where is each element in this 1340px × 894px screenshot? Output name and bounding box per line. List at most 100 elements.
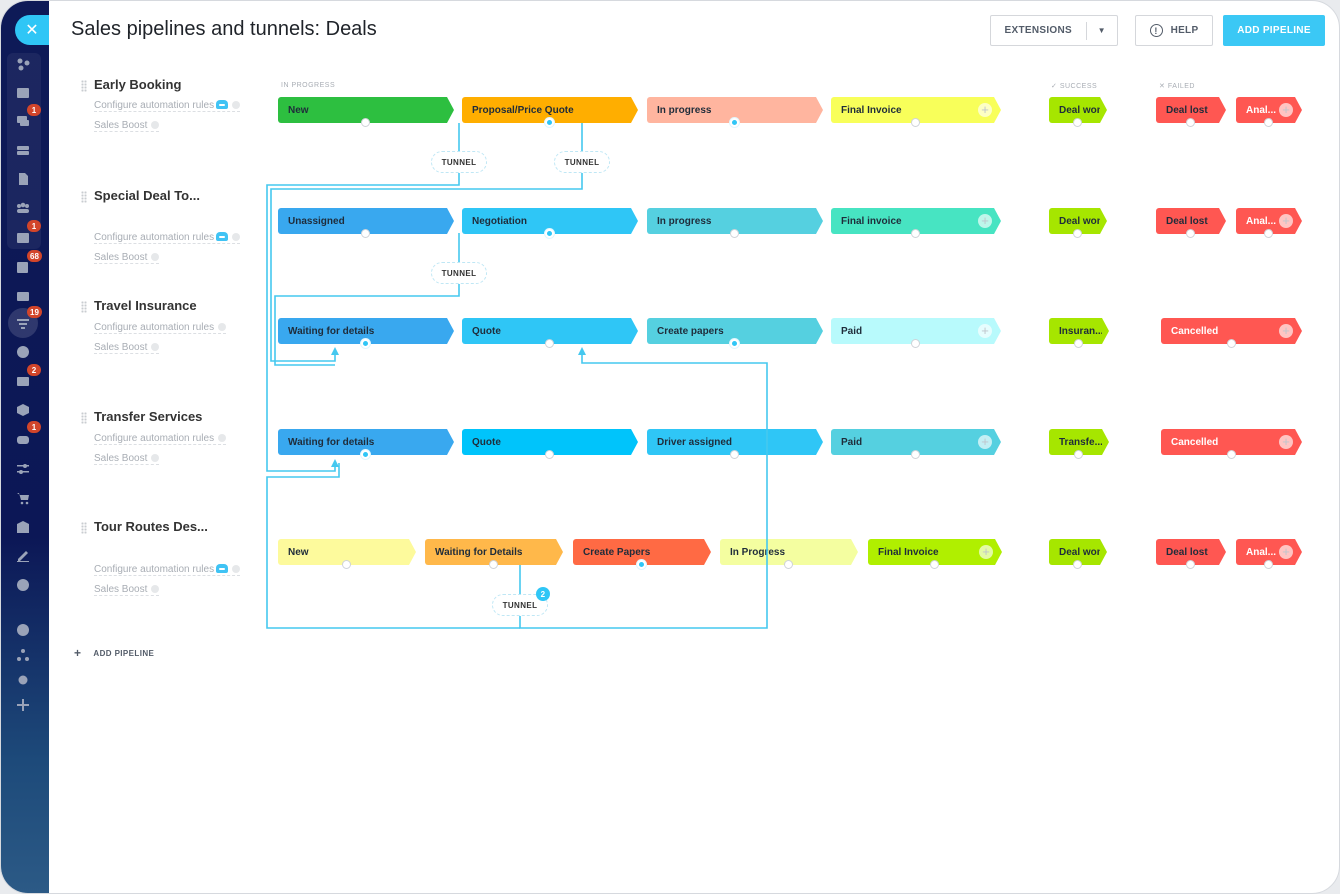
sales-boost-link[interactable]: Sales Boost — [94, 120, 160, 132]
stage-chip[interactable]: Cancelled + — [1161, 318, 1302, 348]
sidebar-item-structure[interactable] — [11, 645, 35, 665]
add-stage-icon[interactable]: + — [978, 103, 992, 117]
tunnel-badge[interactable]: TUNNEL — [431, 151, 487, 173]
stage-chip[interactable]: Create Papers — [573, 539, 711, 569]
drag-handle-icon[interactable] — [81, 80, 87, 92]
sidebar-item-window[interactable] — [11, 83, 35, 103]
connection-point[interactable] — [1264, 560, 1273, 569]
help-hint-icon[interactable] — [151, 121, 160, 129]
connection-point[interactable] — [361, 118, 370, 127]
connection-point[interactable] — [1073, 118, 1082, 127]
connection-point[interactable] — [545, 450, 554, 459]
connection-point[interactable] — [784, 560, 793, 569]
stage-chip[interactable]: Anal... + — [1236, 208, 1302, 238]
add-stage-icon[interactable]: + — [1279, 103, 1293, 117]
stage-chip[interactable]: Insuran... — [1049, 318, 1109, 348]
connection-point[interactable] — [545, 118, 554, 127]
help-hint-icon[interactable] — [218, 323, 227, 331]
drag-handle-icon[interactable] — [81, 412, 87, 424]
sidebar-item-help[interactable] — [11, 620, 35, 640]
connection-point[interactable] — [1073, 560, 1082, 569]
pipeline-name[interactable]: Early Booking — [94, 77, 181, 92]
sales-boost-link[interactable]: Sales Boost — [94, 252, 160, 264]
connection-point[interactable] — [361, 339, 370, 348]
stage-chip[interactable]: New — [278, 539, 416, 569]
sidebar-item-bank[interactable] — [11, 517, 35, 537]
sidebar-item-plus[interactable] — [11, 695, 35, 715]
stage-chip[interactable]: Paid + — [831, 318, 1001, 348]
sidebar-item-chat[interactable]: 1 — [11, 104, 41, 131]
stage-chip[interactable]: Deal won — [1049, 208, 1107, 238]
pipeline-name[interactable]: Transfer Services — [94, 409, 202, 424]
sidebar-item-group[interactable] — [11, 198, 35, 218]
stage-chip[interactable]: Waiting for Details — [425, 539, 563, 569]
connection-point[interactable] — [1226, 450, 1236, 459]
add-pipeline-button[interactable]: ADD PIPELINE — [1223, 15, 1325, 46]
stage-chip[interactable]: Waiting for details — [278, 429, 454, 459]
close-button[interactable]: ✕ — [15, 15, 49, 45]
connection-point[interactable] — [730, 118, 739, 127]
add-pipeline-link[interactable]: + ADD PIPELINE — [74, 646, 154, 660]
stage-chip[interactable]: Proposal/Price Quote — [462, 97, 638, 127]
pipeline-name[interactable]: Travel Insurance — [94, 298, 197, 313]
sidebar-item-cart[interactable] — [11, 488, 35, 508]
stage-chip[interactable]: In progress — [647, 97, 823, 127]
stage-chip[interactable]: Transfe... — [1049, 429, 1109, 459]
help-button[interactable]: ! HELP — [1135, 15, 1213, 46]
help-hint-icon[interactable] — [218, 434, 227, 442]
pipeline-name[interactable]: Tour Routes Des... — [94, 519, 208, 534]
stage-chip[interactable]: Cancelled + — [1161, 429, 1302, 459]
connection-point[interactable] — [930, 560, 939, 569]
sidebar-item-robot[interactable]: 1 — [11, 421, 41, 448]
chevron-down-icon[interactable]: ▼ — [1086, 26, 1117, 35]
connection-point[interactable] — [1074, 450, 1083, 459]
connection-point[interactable] — [361, 229, 370, 238]
add-stage-icon[interactable]: + — [978, 324, 992, 338]
extensions-button[interactable]: EXTENSIONS ▼ — [990, 15, 1118, 46]
add-stage-icon[interactable]: + — [1279, 435, 1293, 449]
sidebar-item-more[interactable] — [11, 575, 35, 595]
drag-handle-icon[interactable] — [81, 522, 87, 534]
stage-chip[interactable]: Negotiation — [462, 208, 638, 238]
connection-point[interactable] — [911, 118, 920, 127]
connection-point[interactable] — [1264, 229, 1273, 238]
stage-chip[interactable]: Final Invoice + — [868, 539, 1002, 569]
sales-boost-link[interactable]: Sales Boost — [94, 453, 160, 465]
help-hint-icon[interactable] — [151, 253, 160, 261]
configure-automation-link[interactable]: Configure automation rules — [94, 433, 227, 445]
stage-chip[interactable]: Deal lost — [1156, 97, 1226, 127]
sales-boost-link[interactable]: Sales Boost — [94, 342, 160, 354]
stage-chip[interactable]: Anal... + — [1236, 97, 1302, 127]
stage-chip[interactable]: Quote — [462, 429, 638, 459]
connection-point[interactable] — [1186, 118, 1195, 127]
connection-point[interactable] — [545, 229, 554, 238]
sidebar-item-tasks[interactable]: 68 — [11, 250, 42, 277]
help-hint-icon[interactable] — [232, 233, 241, 241]
stage-chip[interactable]: Final invoice + — [831, 208, 1001, 238]
connection-point[interactable] — [489, 560, 498, 569]
stage-chip[interactable]: Driver assigned — [647, 429, 823, 459]
connection-point[interactable] — [1186, 560, 1195, 569]
stage-chip[interactable]: Deal lost — [1156, 208, 1226, 238]
configure-automation-link[interactable]: Configure automation rules — [94, 564, 241, 576]
stage-chip[interactable]: Deal won — [1049, 539, 1107, 569]
connection-point[interactable] — [730, 450, 739, 459]
sales-boost-link[interactable]: Sales Boost — [94, 584, 160, 596]
tunnel-badge[interactable]: TUNNEL — [431, 262, 487, 284]
add-stage-icon[interactable]: + — [978, 435, 992, 449]
stage-chip[interactable]: In progress — [647, 208, 823, 238]
stage-chip[interactable]: Final Invoice + — [831, 97, 1001, 127]
add-stage-icon[interactable]: + — [1279, 324, 1293, 338]
add-stage-icon[interactable]: + — [1279, 545, 1293, 559]
stage-chip[interactable]: Paid + — [831, 429, 1001, 459]
stage-chip[interactable]: Waiting for details — [278, 318, 454, 348]
sidebar-item-document[interactable] — [11, 169, 35, 189]
configure-automation-link[interactable]: Configure automation rules — [94, 322, 227, 334]
sidebar-item-calendar[interactable]: 1 — [11, 220, 41, 247]
sidebar-item-crm[interactable] — [11, 54, 35, 74]
stage-chip[interactable]: Unassigned — [278, 208, 454, 238]
help-hint-icon[interactable] — [151, 585, 160, 593]
connection-point[interactable] — [1226, 339, 1236, 348]
connection-point[interactable] — [1073, 229, 1082, 238]
sidebar-item-signature[interactable] — [11, 546, 35, 566]
